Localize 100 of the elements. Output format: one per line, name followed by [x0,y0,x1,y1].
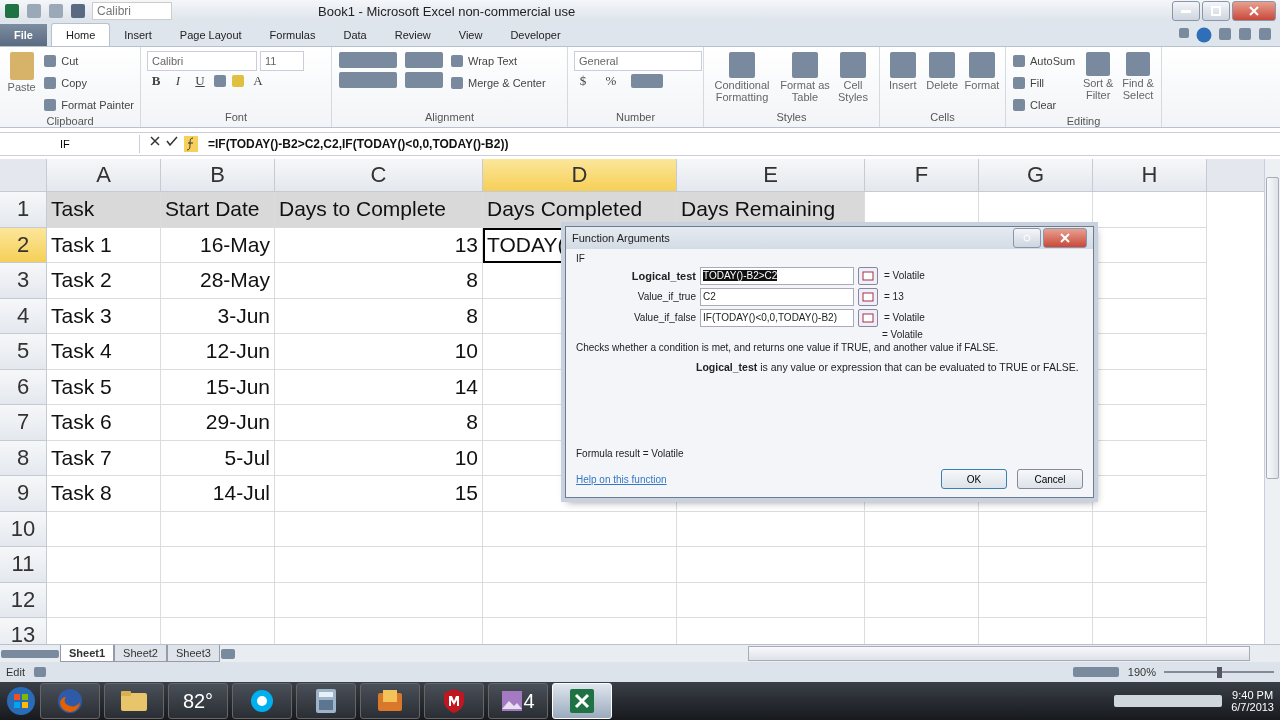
table-cell: 29-Jun [161,405,275,441]
argument-label: Value_if_false [632,312,696,323]
editing-button[interactable]: Find & Select [1121,77,1155,101]
row-header[interactable]: 7 [0,405,47,441]
sheet-tab[interactable]: Sheet3 [166,645,220,662]
font-style-button[interactable]: U [191,73,209,89]
table-cell: Task 2 [47,263,161,299]
sheet-tab[interactable]: Sheet2 [114,645,167,662]
ribbon-tab[interactable]: File [0,24,47,46]
taskbar-button[interactable] [232,683,292,719]
ribbon-tab[interactable]: Home [50,23,111,46]
ribbon-tab[interactable]: Page Layout [165,24,256,46]
ribbon-tab[interactable]: Formulas [255,24,330,46]
sheet-tab[interactable]: Sheet1 [60,645,115,662]
dialog-button[interactable]: OK [941,469,1007,489]
cells-button[interactable]: Delete [926,79,959,91]
font-name-field[interactable]: Calibri [147,51,257,71]
row-header[interactable]: 11 [0,547,47,583]
scrollbar-thumb[interactable] [1266,177,1279,479]
font-style-button[interactable]: B [147,73,165,89]
row-header[interactable]: 6 [0,369,47,405]
slider-thumb[interactable] [1216,666,1222,678]
font-field[interactable]: Calibri [92,2,172,20]
ribbon-tab[interactable]: Review [380,24,445,46]
number-format-button[interactable]: % [602,73,620,89]
taskbar-button[interactable]: 82° [168,683,228,719]
taskbar-button[interactable] [424,683,484,719]
number-format-button[interactable]: $ [574,73,592,89]
column-header[interactable]: F [865,159,979,192]
restore-button[interactable] [1202,1,1230,21]
clipboard-command[interactable]: Copy [61,77,87,89]
paste-button[interactable]: Paste [7,81,36,93]
table-cell: 10 [275,440,483,476]
close-button[interactable] [1043,228,1087,248]
argument-field[interactable]: IF(TODAY()<0,0,TODAY()-B2) [700,308,854,327]
column-header[interactable]: E [677,159,865,192]
cells-button[interactable]: Insert [889,79,917,91]
horizontal-scrollbar[interactable] [748,646,1250,661]
column-header[interactable]: C [275,159,483,192]
ribbon-tab[interactable]: View [444,24,497,46]
row-header[interactable]: 4 [0,298,47,334]
row-header[interactable]: 10 [0,511,47,547]
number-format-field[interactable]: General [574,51,702,71]
styles-grid-icon [728,51,756,79]
cancel-icon[interactable] [150,136,160,146]
insert-function-icon[interactable] [184,136,198,152]
row-header[interactable]: 13 [0,618,47,644]
argument-field[interactable]: TODAY()-B2>C2 [700,266,854,285]
editing-command[interactable]: Fill [1030,77,1045,89]
cells-button[interactable]: Format [964,79,1000,91]
styles-button[interactable]: Cell Styles [836,79,870,103]
taskbar-button[interactable]: 4 [488,683,548,719]
help-link[interactable]: Help on this function [576,473,667,485]
argument-field[interactable]: C2 [700,287,854,306]
collapse-dialog-button[interactable] [858,266,878,285]
row-header[interactable]: 8 [0,440,47,476]
minimize-button[interactable] [1172,1,1200,21]
column-header[interactable]: D [483,159,677,192]
function-description: Checks whether a condition is met, and returns one value if TRUE, and another value if FALSE. [576,342,1000,353]
column-header[interactable]: H [1093,159,1207,192]
help-icon[interactable] [1196,27,1212,43]
table-cell: Task 4 [47,334,161,370]
editing-command[interactable]: AutoSum [1030,55,1076,67]
row-header[interactable]: 2 [0,227,47,263]
font-style-button[interactable]: I [169,73,187,89]
row-header[interactable]: 9 [0,476,47,512]
row-header[interactable]: 1 [0,192,47,228]
help-button[interactable] [1013,228,1041,248]
taskbar-button[interactable] [104,683,164,719]
styles-button[interactable]: Format as Table [780,79,830,103]
merge-center-button[interactable]: Merge & Center [468,77,546,89]
clipboard-command[interactable]: Format Painter [61,99,134,111]
ribbon-tab[interactable]: Insert [110,24,166,46]
column-header[interactable]: B [161,159,275,192]
styles-button[interactable]: Conditional Formatting [710,79,774,103]
editing-command[interactable]: Clear [1030,99,1057,111]
zoom-level[interactable]: 190% [1127,666,1156,678]
table-cell: 12-Jun [161,334,275,370]
font-size-field[interactable]: 11 [260,51,304,71]
taskbar-button[interactable] [296,683,356,719]
ribbon-tab[interactable]: Developer [496,24,575,46]
ribbon-tab[interactable]: Data [329,24,381,46]
column-header[interactable]: A [47,159,161,192]
wrap-text-button[interactable]: Wrap Text [468,55,518,67]
collapse-dialog-button[interactable] [858,308,878,327]
font-color-button[interactable]: A [249,73,267,89]
dialog-button[interactable]: Cancel [1017,469,1083,489]
clipboard-command[interactable]: Cut [61,55,79,67]
close-button[interactable] [1232,1,1276,21]
row-header[interactable]: 12 [0,582,47,618]
row-header[interactable]: 5 [0,334,47,370]
collapse-dialog-button[interactable] [858,287,878,306]
checkmark-icon[interactable] [166,136,178,146]
row-header[interactable]: 3 [0,263,47,299]
column-header[interactable]: G [979,159,1093,192]
taskbar-button[interactable] [360,683,420,719]
fill-bucket-icon [231,74,245,88]
editing-button[interactable]: Sort & Filter [1081,77,1116,101]
name-box[interactable]: IF [0,135,140,153]
formula-text[interactable]: =IF(TODAY()-B2>C2,C2,IF(TODAY()<0,0,TODAY()-B2)) [208,137,509,151]
